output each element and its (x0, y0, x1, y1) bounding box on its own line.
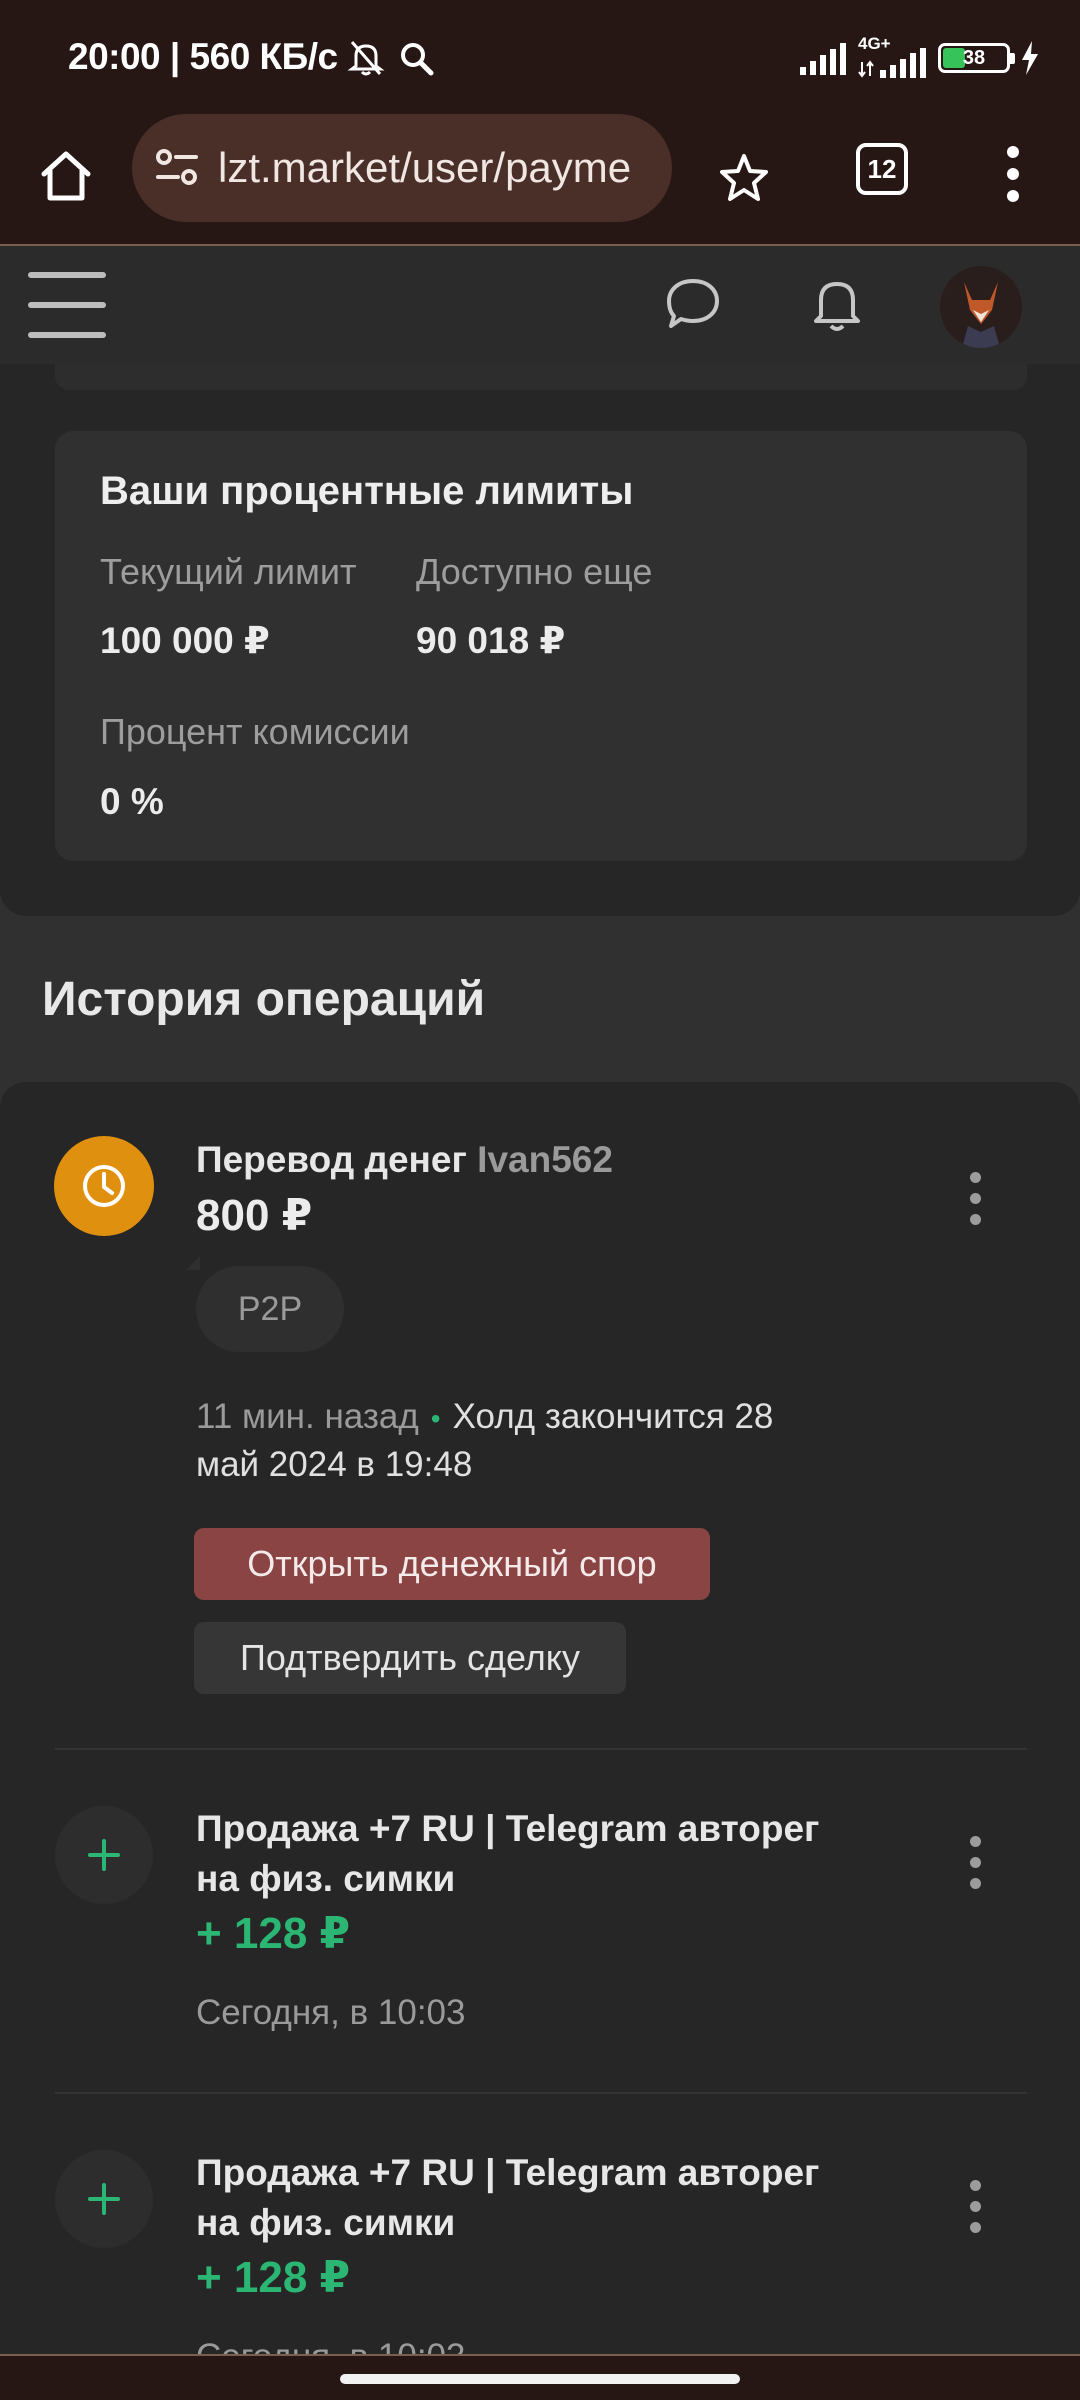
current-limit-label: Текущий лимит (100, 551, 357, 592)
tabs-button[interactable]: 12 (856, 143, 908, 195)
divider (55, 2092, 1027, 2094)
operation-title-line1: Продажа +7 RU | Telegram авторег (196, 2152, 820, 2193)
signal-icon (800, 43, 846, 75)
confirm-deal-button[interactable]: Подтвердить сделку (194, 1622, 626, 1694)
status-time-speed: 20:00 | 560 КБ/с (68, 36, 338, 77)
clock-icon (83, 1165, 125, 1207)
chat-icon[interactable] (664, 276, 722, 332)
signal-4g-icon: 4G+ (858, 34, 928, 78)
operation-title-line2: на физ. симки (196, 2202, 456, 2243)
operation-date: Сегодня, в 10:03 (196, 1993, 466, 2032)
status-bar: 20:00 | 560 КБ/с 4G+ 38 (0, 0, 1080, 110)
pending-status-badge (54, 1136, 154, 1236)
operation-amount: 800 ₽ (196, 1191, 313, 1240)
browser-menu-icon[interactable] (1006, 146, 1020, 202)
hold-info-line1: Холд закончится 28 (452, 1397, 774, 1436)
bell-icon[interactable] (810, 276, 864, 334)
operation-title: Перевод денег Ivan562 (196, 1135, 613, 1185)
operation-title: Продажа +7 RU | Telegram авторег на физ.… (196, 2148, 819, 2248)
operation-menu-icon[interactable] (968, 1836, 982, 1889)
current-limit-value: 100 000 ₽ (100, 620, 270, 661)
plus-icon (88, 2183, 120, 2215)
star-icon (720, 154, 768, 201)
operation-user-link[interactable]: Ivan562 (477, 1139, 613, 1180)
bookmark-button[interactable] (706, 140, 782, 216)
charging-icon (1022, 41, 1038, 75)
site-header (0, 246, 1080, 364)
hold-info-line2: май 2024 в 19:48 (196, 1445, 473, 1484)
operation-amount: + 128 ₽ (196, 1909, 351, 1958)
limits-card: Ваши процентные лимиты Текущий лимит 100… (55, 431, 1027, 861)
operation-amount: + 128 ₽ (196, 2253, 351, 2302)
home-button[interactable] (28, 138, 104, 214)
open-dispute-button[interactable]: Открыть денежный спор (194, 1528, 710, 1600)
url-text: lzt.market/user/payme (218, 144, 632, 191)
battery-level: 38 (962, 46, 986, 69)
operation-title: Продажа +7 RU | Telegram авторег на физ.… (196, 1804, 819, 1904)
operation-time: 11 мин. назад (196, 1397, 419, 1436)
hamburger-menu-icon[interactable] (28, 272, 106, 338)
user-avatar[interactable] (940, 266, 1022, 348)
home-icon (41, 151, 91, 201)
site-settings-icon[interactable] (154, 147, 200, 189)
gesture-handle[interactable] (340, 2374, 740, 2384)
browser-toolbar: lzt.market/user/payme 12 (0, 110, 1080, 246)
operation-menu-icon[interactable] (968, 1172, 982, 1225)
commission-label: Процент комиссии (100, 711, 410, 752)
search-icon (401, 43, 434, 76)
operation-meta: 11 мин. назад • Холд закончится 28 май 202… (196, 1394, 896, 1488)
card-edge (55, 364, 1027, 390)
tag-pointer (186, 1256, 200, 1270)
operation-title-line2: на физ. симки (196, 1858, 456, 1899)
separator-dot: • (430, 1403, 441, 1434)
p2p-tag: P2P (196, 1266, 344, 1352)
available-label: Доступно еще (416, 551, 653, 592)
operation-type: Перевод денег (196, 1139, 467, 1180)
available-value: 90 018 ₽ (416, 620, 566, 661)
operation-title-line1: Продажа +7 RU | Telegram авторег (196, 1808, 820, 1849)
divider (55, 1748, 1027, 1750)
address-bar[interactable]: lzt.market/user/payme (132, 114, 672, 222)
limits-title: Ваши процентные лимиты (100, 469, 634, 513)
status-icons: 4G+ 38 (798, 34, 1040, 80)
notifications-off-icon (347, 41, 385, 76)
operation-menu-icon[interactable] (968, 2180, 982, 2233)
battery-icon: 38 (938, 43, 1015, 73)
history-title: История операций (42, 973, 486, 1026)
income-badge (55, 2150, 153, 2248)
fox-avatar-icon (940, 266, 1022, 348)
income-badge (55, 1806, 153, 1904)
commission-value: 0 % (100, 781, 164, 822)
plus-icon (88, 1839, 120, 1871)
